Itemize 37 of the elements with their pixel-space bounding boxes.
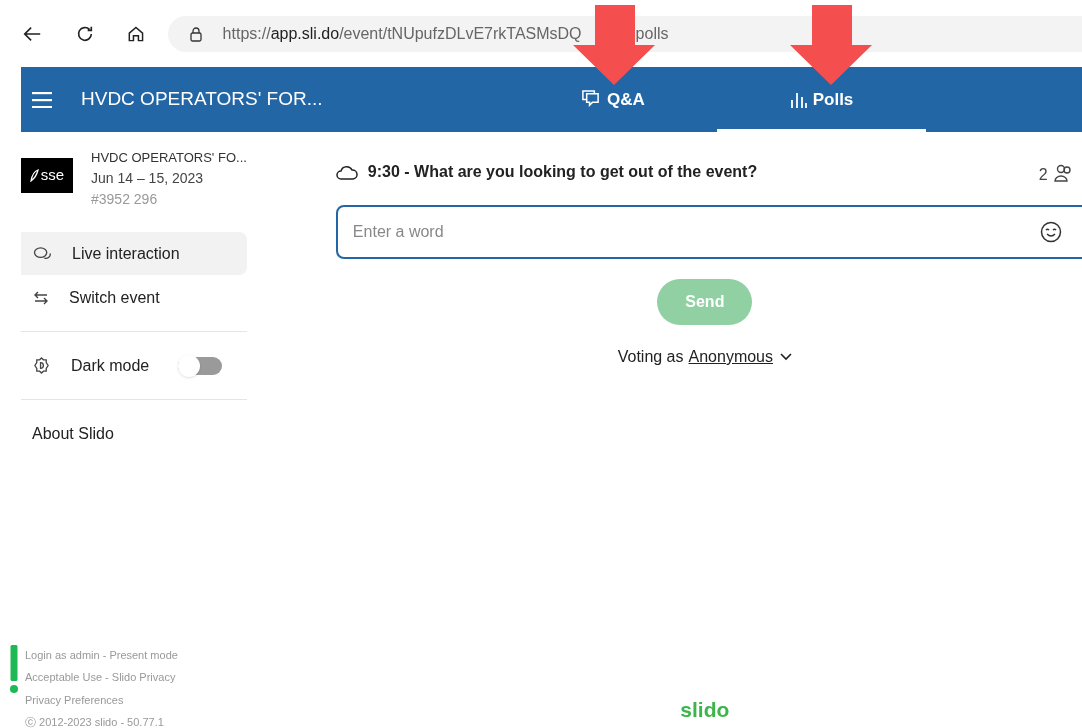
address-bar[interactable]: https://app.sli.do/event/tNUpufzDLvE7rkTASMsDQ polls — [167, 15, 1082, 52]
sidebar-item[interactable]: Live interaction — [21, 232, 247, 275]
lock-icon — [187, 25, 204, 42]
voter-link[interactable]: Anonymous — [688, 345, 773, 369]
word-input[interactable]: Enter a word — [335, 205, 1082, 259]
poll-question: 9:30 - What are you looking to get out of the event? — [367, 162, 758, 182]
dark-mode-toggle[interactable] — [178, 356, 223, 375]
event-logo: sse — [21, 158, 73, 193]
leaf-icon — [29, 169, 39, 182]
chat-icon — [580, 90, 602, 109]
event-code: #3952 296 — [91, 190, 159, 209]
event-name: HVDC OPERATORS' FO... — [91, 149, 247, 167]
event-title: HVDC OPERATORS' FOR... — [81, 87, 323, 112]
chevron-down-icon[interactable] — [780, 353, 792, 361]
swap-arrows-icon — [33, 290, 49, 305]
voting-label: Voting as — [617, 347, 684, 367]
event-dates: Jun 14 – 15, 2023 — [91, 169, 205, 188]
bar-chart-icon — [789, 91, 807, 108]
url-text: https://app.sli.do/event/tNUpufzDLvE7rkTASMsDQ — [222, 23, 582, 44]
participant-count: 2 — [1038, 165, 1048, 185]
cloud-icon — [335, 164, 358, 180]
slido-logo: slido — [680, 698, 730, 722]
arrow-annotation-icon — [790, 5, 872, 85]
nav-tab[interactable]: Q&A — [508, 67, 717, 132]
menu-icon[interactable] — [32, 91, 52, 108]
footer-text: Privacy Preferences — [25, 692, 125, 708]
chat-icon — [33, 245, 52, 262]
about-link[interactable]: About Slido — [32, 421, 114, 446]
sun-moon-icon — [33, 357, 50, 374]
people-icon — [1053, 164, 1072, 182]
footer-text: ⓒ 2012-2023 slido - 50.77.1 — [25, 714, 165, 728]
alert-icon — [10, 645, 18, 693]
footer-text: Login as admin - Present mode — [25, 648, 178, 663]
url-text: polls — [635, 23, 669, 44]
emoji-icon[interactable] — [1039, 221, 1062, 243]
dark-mode-label: Dark mode — [71, 355, 150, 376]
footer-text: Acceptable Use - Slido Privacy — [25, 670, 177, 686]
